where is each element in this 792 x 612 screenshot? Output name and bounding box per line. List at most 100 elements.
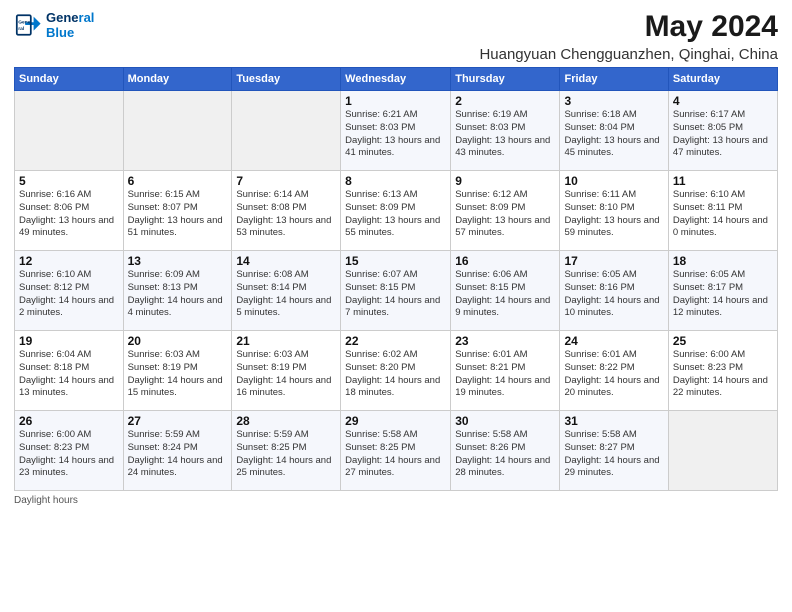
day-number: 1: [345, 94, 446, 108]
calendar-week-2: 5Sunrise: 6:16 AMSunset: 8:06 PMDaylight…: [15, 171, 778, 251]
day-number: 24: [564, 334, 663, 348]
calendar-cell: 27Sunrise: 5:59 AMSunset: 8:24 PMDayligh…: [123, 411, 232, 491]
calendar-header-thursday: Thursday: [451, 68, 560, 91]
day-number: 10: [564, 174, 663, 188]
calendar-cell: 7Sunrise: 6:14 AMSunset: 8:08 PMDaylight…: [232, 171, 341, 251]
calendar-cell: 13Sunrise: 6:09 AMSunset: 8:13 PMDayligh…: [123, 251, 232, 331]
day-info: Sunrise: 6:09 AMSunset: 8:13 PMDaylight:…: [128, 269, 228, 320]
day-number: 11: [673, 174, 773, 188]
day-info: Sunrise: 6:00 AMSunset: 8:23 PMDaylight:…: [19, 429, 119, 480]
main-title: May 2024: [479, 10, 778, 44]
svg-text:Gene: Gene: [18, 20, 31, 26]
day-number: 14: [236, 254, 336, 268]
day-info: Sunrise: 6:19 AMSunset: 8:03 PMDaylight:…: [455, 109, 555, 160]
calendar-cell: 8Sunrise: 6:13 AMSunset: 8:09 PMDaylight…: [341, 171, 451, 251]
calendar-cell: [668, 411, 777, 491]
calendar-cell: 12Sunrise: 6:10 AMSunset: 8:12 PMDayligh…: [15, 251, 124, 331]
day-number: 2: [455, 94, 555, 108]
title-block: May 2024 Huangyuan Chengguanzhen, Qingha…: [479, 10, 778, 63]
calendar-week-4: 19Sunrise: 6:04 AMSunset: 8:18 PMDayligh…: [15, 331, 778, 411]
day-number: 13: [128, 254, 228, 268]
calendar-week-1: 1Sunrise: 6:21 AMSunset: 8:03 PMDaylight…: [15, 91, 778, 171]
day-number: 31: [564, 414, 663, 428]
calendar-cell: 22Sunrise: 6:02 AMSunset: 8:20 PMDayligh…: [341, 331, 451, 411]
calendar-cell: 30Sunrise: 5:58 AMSunset: 8:26 PMDayligh…: [451, 411, 560, 491]
day-number: 8: [345, 174, 446, 188]
day-info: Sunrise: 5:59 AMSunset: 8:24 PMDaylight:…: [128, 429, 228, 480]
day-info: Sunrise: 6:12 AMSunset: 8:09 PMDaylight:…: [455, 189, 555, 240]
day-number: 17: [564, 254, 663, 268]
calendar-header-sunday: Sunday: [15, 68, 124, 91]
calendar-cell: 25Sunrise: 6:00 AMSunset: 8:23 PMDayligh…: [668, 331, 777, 411]
day-number: 15: [345, 254, 446, 268]
svg-text:ral: ral: [18, 26, 25, 32]
day-info: Sunrise: 6:05 AMSunset: 8:17 PMDaylight:…: [673, 269, 773, 320]
calendar-cell: [15, 91, 124, 171]
day-info: Sunrise: 6:03 AMSunset: 8:19 PMDaylight:…: [128, 349, 228, 400]
day-info: Sunrise: 6:00 AMSunset: 8:23 PMDaylight:…: [673, 349, 773, 400]
calendar-header-wednesday: Wednesday: [341, 68, 451, 91]
day-number: 6: [128, 174, 228, 188]
calendar-cell: [123, 91, 232, 171]
subtitle: Huangyuan Chengguanzhen, Qinghai, China: [479, 46, 778, 63]
calendar-week-3: 12Sunrise: 6:10 AMSunset: 8:12 PMDayligh…: [15, 251, 778, 331]
day-info: Sunrise: 6:14 AMSunset: 8:08 PMDaylight:…: [236, 189, 336, 240]
day-info: Sunrise: 6:15 AMSunset: 8:07 PMDaylight:…: [128, 189, 228, 240]
calendar-header-saturday: Saturday: [668, 68, 777, 91]
day-number: 16: [455, 254, 555, 268]
calendar-cell: 18Sunrise: 6:05 AMSunset: 8:17 PMDayligh…: [668, 251, 777, 331]
day-info: Sunrise: 6:08 AMSunset: 8:14 PMDaylight:…: [236, 269, 336, 320]
day-info: Sunrise: 6:16 AMSunset: 8:06 PMDaylight:…: [19, 189, 119, 240]
day-info: Sunrise: 6:18 AMSunset: 8:04 PMDaylight:…: [564, 109, 663, 160]
day-number: 26: [19, 414, 119, 428]
day-info: Sunrise: 6:21 AMSunset: 8:03 PMDaylight:…: [345, 109, 446, 160]
calendar-cell: 24Sunrise: 6:01 AMSunset: 8:22 PMDayligh…: [560, 331, 668, 411]
day-number: 18: [673, 254, 773, 268]
logo-text: General Blue: [46, 10, 94, 40]
calendar-cell: 5Sunrise: 6:16 AMSunset: 8:06 PMDaylight…: [15, 171, 124, 251]
day-info: Sunrise: 6:01 AMSunset: 8:21 PMDaylight:…: [455, 349, 555, 400]
day-info: Sunrise: 6:17 AMSunset: 8:05 PMDaylight:…: [673, 109, 773, 160]
calendar-cell: 11Sunrise: 6:10 AMSunset: 8:11 PMDayligh…: [668, 171, 777, 251]
day-number: 28: [236, 414, 336, 428]
footer-note: Daylight hours: [14, 495, 778, 506]
calendar-cell: 2Sunrise: 6:19 AMSunset: 8:03 PMDaylight…: [451, 91, 560, 171]
day-info: Sunrise: 6:04 AMSunset: 8:18 PMDaylight:…: [19, 349, 119, 400]
day-number: 30: [455, 414, 555, 428]
day-info: Sunrise: 6:11 AMSunset: 8:10 PMDaylight:…: [564, 189, 663, 240]
day-number: 27: [128, 414, 228, 428]
day-info: Sunrise: 6:10 AMSunset: 8:12 PMDaylight:…: [19, 269, 119, 320]
day-info: Sunrise: 6:13 AMSunset: 8:09 PMDaylight:…: [345, 189, 446, 240]
calendar-header-monday: Monday: [123, 68, 232, 91]
day-number: 21: [236, 334, 336, 348]
header: Gene ral General Blue May 2024 Huangyuan…: [14, 10, 778, 63]
calendar-header-row: SundayMondayTuesdayWednesdayThursdayFrid…: [15, 68, 778, 91]
calendar-cell: 10Sunrise: 6:11 AMSunset: 8:10 PMDayligh…: [560, 171, 668, 251]
day-number: 22: [345, 334, 446, 348]
calendar-header-friday: Friday: [560, 68, 668, 91]
day-number: 12: [19, 254, 119, 268]
day-info: Sunrise: 6:05 AMSunset: 8:16 PMDaylight:…: [564, 269, 663, 320]
calendar-cell: [232, 91, 341, 171]
day-info: Sunrise: 6:10 AMSunset: 8:11 PMDaylight:…: [673, 189, 773, 240]
day-info: Sunrise: 6:01 AMSunset: 8:22 PMDaylight:…: [564, 349, 663, 400]
day-info: Sunrise: 5:58 AMSunset: 8:26 PMDaylight:…: [455, 429, 555, 480]
day-number: 9: [455, 174, 555, 188]
day-info: Sunrise: 5:58 AMSunset: 8:25 PMDaylight:…: [345, 429, 446, 480]
day-number: 3: [564, 94, 663, 108]
calendar-cell: 14Sunrise: 6:08 AMSunset: 8:14 PMDayligh…: [232, 251, 341, 331]
calendar-cell: 20Sunrise: 6:03 AMSunset: 8:19 PMDayligh…: [123, 331, 232, 411]
calendar-cell: 3Sunrise: 6:18 AMSunset: 8:04 PMDaylight…: [560, 91, 668, 171]
calendar-cell: 1Sunrise: 6:21 AMSunset: 8:03 PMDaylight…: [341, 91, 451, 171]
calendar-cell: 16Sunrise: 6:06 AMSunset: 8:15 PMDayligh…: [451, 251, 560, 331]
day-info: Sunrise: 6:03 AMSunset: 8:19 PMDaylight:…: [236, 349, 336, 400]
calendar-header-tuesday: Tuesday: [232, 68, 341, 91]
day-number: 25: [673, 334, 773, 348]
day-number: 19: [19, 334, 119, 348]
day-info: Sunrise: 6:02 AMSunset: 8:20 PMDaylight:…: [345, 349, 446, 400]
day-info: Sunrise: 5:58 AMSunset: 8:27 PMDaylight:…: [564, 429, 663, 480]
logo: Gene ral General Blue: [14, 10, 94, 40]
calendar-cell: 21Sunrise: 6:03 AMSunset: 8:19 PMDayligh…: [232, 331, 341, 411]
calendar-cell: 28Sunrise: 5:59 AMSunset: 8:25 PMDayligh…: [232, 411, 341, 491]
calendar-cell: 23Sunrise: 6:01 AMSunset: 8:21 PMDayligh…: [451, 331, 560, 411]
